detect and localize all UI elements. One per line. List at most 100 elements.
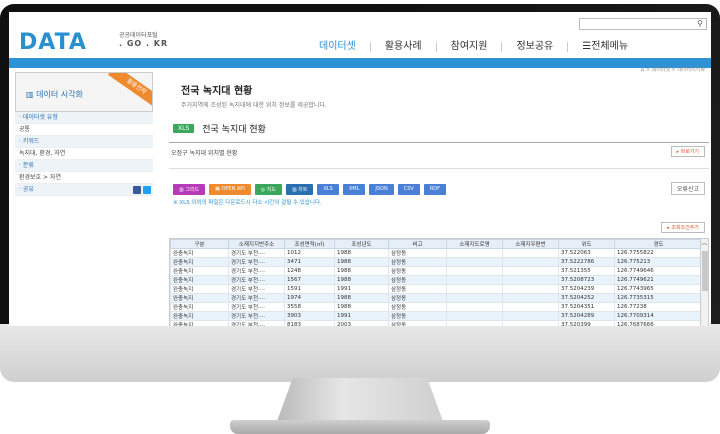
share-icons (133, 186, 151, 194)
table-cell: 완충녹지 (170, 275, 229, 285)
column-header[interactable]: 위도 (558, 239, 615, 249)
table-cell: 삼정동 (388, 257, 447, 267)
table-cell: 1991 (334, 284, 389, 294)
table-cell (502, 320, 559, 326)
format-button[interactable]: RDF (423, 184, 447, 195)
table-cell: 삼정동 (388, 248, 447, 258)
format-button[interactable]: ▥ 차트 (285, 184, 314, 195)
table-scrollbar[interactable]: ︿ (700, 239, 708, 326)
table-cell: 완충녹지 (170, 266, 229, 276)
table-row[interactable]: 완충녹지 경기도 부천···· 1974 1988 삼정동 37.5204252 126.7… (170, 293, 703, 303)
table-cell: 126.7749646 (614, 266, 703, 276)
table-cell: 삼정동 (388, 293, 447, 303)
table-cell: 1567 (284, 275, 335, 285)
table-cell: 1988 (334, 266, 389, 276)
column-header[interactable]: 구분 (170, 239, 229, 249)
table-cell: 1988 (334, 248, 389, 258)
data-grid: 구분 소재지지번주소 조성면적(㎡) 조성년도 비고 소재지도로명 소재지우편번 위도 경도 완… (169, 238, 709, 326)
add-condition-button[interactable]: ▸ 조회조건추가 (661, 222, 705, 233)
data-table: 구분 소재지지번주소 조성면적(㎡) 조성년도 비고 소재지도로명 소재지우편번 위도 경도 완… (170, 239, 703, 326)
file-row: 오정구 녹지대 위치별 현황 ▸ 바로가기 (169, 146, 709, 158)
table-cell: 완충녹지 (170, 293, 229, 303)
nav-item[interactable]: ☰전체메뉴 (567, 42, 642, 52)
column-header[interactable]: 조성년도 (334, 239, 389, 249)
format-note: ※ XLS 이외의 파일은 다운로드시 다소 시간이 걸릴 수 있습니다. (173, 200, 322, 206)
table-cell: 1988 (334, 257, 389, 267)
visualization-banner[interactable]: ▥ 데이터 시각화 활용전략 (15, 72, 153, 112)
column-header[interactable]: 경도 (614, 239, 703, 249)
nav-item[interactable]: 참여지원 (435, 42, 502, 52)
table-row[interactable]: 완충녹지 경기도 부천···· 8183 2003 삼정동 37.520399 126.76… (170, 320, 703, 326)
table-cell: 37.5204289 (558, 311, 615, 321)
nav-item[interactable]: 데이터셋 (305, 42, 370, 52)
report-error-button[interactable]: 오류신고 (670, 182, 705, 195)
table-cell: 경기도 부천···· (228, 275, 285, 285)
twitter-icon[interactable] (143, 186, 151, 194)
table-cell: 3558 (284, 302, 335, 312)
table-cell: 경기도 부천···· (228, 284, 285, 294)
format-button[interactable]: ▥ 그리드 (173, 184, 206, 195)
sidebar-section-label: · 공유 (15, 184, 153, 196)
table-row[interactable]: 완충녹지 경기도 부천···· 1591 1991 삼정동 37.5204239 126.7… (170, 284, 703, 294)
format-button[interactable]: ▣ OPEN API (209, 184, 251, 195)
column-header[interactable]: 조성면적(㎡) (284, 239, 335, 249)
table-cell: 126.7755822 (614, 248, 703, 258)
format-button[interactable]: XML (342, 184, 366, 195)
table-row[interactable]: 완충녹지 경기도 부천···· 1567 1988 삼정동 37.5208723 126.7… (170, 275, 703, 285)
column-header[interactable]: 소재지지번주소 (228, 239, 285, 249)
monitor-stand-neck (276, 378, 444, 424)
table-row[interactable]: 완충녹지 경기도 부천···· 3558 1988 삼정동 37.5204351 126.7… (170, 302, 703, 312)
divider (169, 142, 709, 143)
table-cell: 1988 (334, 275, 389, 285)
table-row[interactable]: 완충녹지 경기도 부천···· 3903 1991 삼정동 37.5204289 126.7… (170, 311, 703, 321)
file-type-badge: XLS (173, 124, 195, 133)
dataset-heading: XLS 전국 녹지대 현황 (173, 122, 266, 135)
logo-subtitle-bottom: . GO . KR (119, 39, 169, 48)
table-row[interactable]: 완충녹지 경기도 부천···· 1248 1988 삼정동 37.521355 126.77… (170, 266, 703, 276)
nav-item[interactable]: 정보공유 (501, 42, 567, 52)
format-button[interactable]: XLS (317, 184, 339, 195)
table-row[interactable]: 완충녹지 경기도 부천···· 1012 1988 삼정동 37.522063 126.77… (170, 248, 703, 258)
search-input[interactable]: ⚲ (579, 18, 707, 30)
table-cell: 1988 (334, 302, 389, 312)
format-button[interactable]: CSV (397, 184, 420, 195)
column-header[interactable]: 소재지도로명 (446, 239, 503, 249)
header-accent-bar (9, 58, 711, 68)
table-cell: 경기도 부천···· (228, 248, 285, 258)
format-buttons: ▥ 그리드 ▣ OPEN API ◎ 지도 ▥ 차트 XLS XML JSON CSV RDF (173, 184, 447, 195)
column-header[interactable]: 비고 (388, 239, 447, 249)
sidebar: ▥ 데이터 시각화 활용전략 · 데이터셋 유형 공통 · 키워드 녹지대, 환경, … (15, 72, 153, 196)
shortcut-button[interactable]: ▸ 바로가기 (670, 146, 705, 157)
table-row[interactable]: 완충녹지 경기도 부천···· 3471 1988 삼정동 37.5222786 126.7… (170, 257, 703, 267)
home-icon[interactable]: ⌂ (641, 67, 644, 73)
table-cell: 삼정동 (388, 320, 447, 326)
table-cell: 완충녹지 (170, 248, 229, 258)
table-cell: 완충녹지 (170, 257, 229, 267)
table-cell (502, 284, 559, 294)
format-button[interactable]: ◎ 지도 (254, 184, 282, 195)
search-icon[interactable]: ⚲ (697, 19, 703, 28)
table-cell: 경기도 부천···· (228, 320, 285, 326)
scroll-up-icon[interactable]: ︿ (701, 239, 708, 248)
format-button[interactable]: JSON (369, 184, 394, 195)
site-logo[interactable]: DATA (19, 30, 87, 55)
sidebar-row-text: · 분류 (19, 162, 34, 169)
table-cell: 2003 (334, 320, 389, 326)
table-cell: 삼정동 (388, 302, 447, 312)
table-cell (502, 248, 559, 258)
table-cell (446, 257, 503, 267)
facebook-icon[interactable] (133, 186, 141, 194)
table-cell: 경기도 부천···· (228, 311, 285, 321)
dataset-title: 전국 녹지대 현황 (202, 125, 266, 135)
column-header[interactable]: 소재지우편번 (502, 239, 559, 249)
table-cell: 37.522063 (558, 248, 615, 258)
table-cell: 37.5222786 (558, 257, 615, 267)
scrollbar-thumb[interactable] (702, 251, 708, 291)
site-header: DATA 공공데이터포털 . GO . KR ⚲ 데이터셋 활용사례 참여지원 정보공… (9, 12, 711, 58)
nav-item[interactable]: 활용사례 (369, 42, 436, 52)
page-title: 전국 녹지대 현황 (181, 86, 253, 97)
table-body: 완충녹지 경기도 부천···· 1012 1988 삼정동 37.522063 126.77… (170, 248, 703, 326)
table-cell: 삼정동 (388, 266, 447, 276)
table-cell: 1248 (284, 266, 335, 276)
table-cell (446, 311, 503, 321)
